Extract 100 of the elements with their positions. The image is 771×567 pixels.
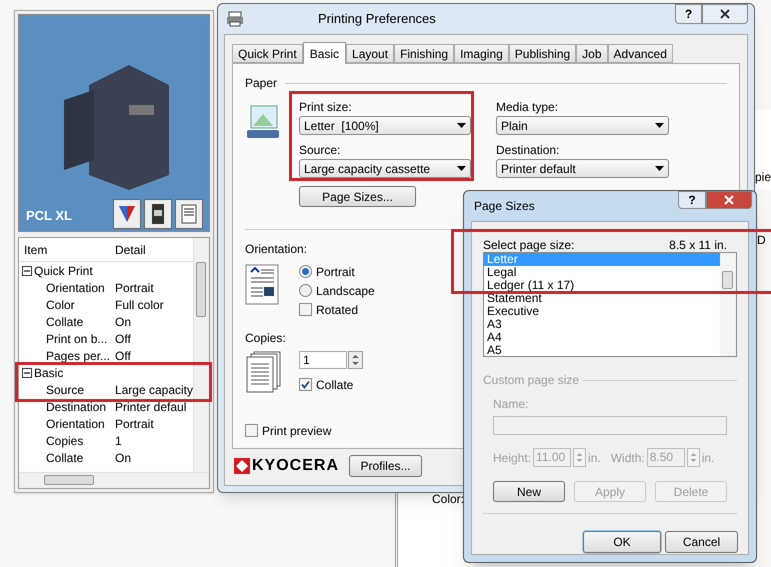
setting-name: Print on b... [45, 330, 108, 348]
tab[interactable]: Advanced [608, 44, 673, 63]
close-icon [720, 9, 730, 19]
input-field[interactable] [493, 416, 727, 435]
page-size-list[interactable]: Letter Legal Ledger (11 x 17) Statement Executive A3 A4 A5 [483, 252, 737, 357]
column-header[interactable]: Item [19, 240, 110, 258]
tab[interactable]: Job [576, 44, 608, 63]
spinner-icon [573, 448, 586, 467]
list-item[interactable]: Executive [484, 305, 720, 318]
collapse-icon[interactable] [22, 266, 32, 276]
button[interactable]: Profiles... [349, 454, 422, 476]
option-label: Landscape [316, 282, 375, 300]
document-icon [245, 264, 281, 306]
dropdown[interactable]: Letter [100%] [299, 116, 471, 135]
background-text: pie [755, 169, 771, 186]
vertical-scrollbar[interactable] [720, 253, 736, 356]
field-label: Width: [610, 450, 645, 466]
setting-value: On [114, 314, 132, 330]
list-item[interactable]: A4 [484, 331, 720, 344]
number-field[interactable]: 1 [299, 351, 347, 369]
radio-button[interactable] [299, 265, 312, 278]
pages-icon [245, 351, 281, 393]
option-label: Rotated [316, 302, 358, 318]
setting-value: Full color [114, 296, 164, 314]
column-header[interactable]: Detail [110, 240, 146, 258]
dropdown[interactable]: Plain [496, 116, 669, 135]
caret-icon [457, 166, 466, 171]
setting-value: On [114, 450, 132, 466]
background-text: D [757, 232, 766, 249]
window-title: Page Sizes [474, 198, 535, 215]
section-title: Orientation: [245, 241, 308, 258]
help-button[interactable]: ? [678, 191, 706, 209]
device-button[interactable] [144, 199, 172, 229]
field-label: Select page size: [483, 237, 574, 252]
section-title: Paper [245, 75, 278, 92]
field-label: Destination: [496, 142, 560, 159]
document-button[interactable] [175, 199, 203, 229]
list-item[interactable]: Statement [484, 292, 720, 305]
setting-name: Collate [45, 450, 84, 466]
checkbox[interactable] [245, 424, 258, 437]
option-label: Portrait [316, 264, 355, 280]
setting-name: Color [45, 296, 76, 314]
caret-icon [655, 123, 664, 128]
brand-logo: KYOCERA [234, 458, 340, 474]
unit-label: in. [588, 450, 601, 466]
help-button[interactable]: ? [675, 4, 702, 24]
setting-value: Off [114, 330, 131, 348]
button[interactable]: Cancel [665, 531, 738, 553]
tab[interactable]: Layout [346, 44, 394, 63]
list-item[interactable]: A5 [484, 344, 720, 356]
printer-icon [226, 11, 244, 27]
scrollbar-thumb[interactable] [196, 262, 206, 317]
vertical-scrollbar[interactable] [193, 238, 209, 472]
field-label: Height: [493, 450, 532, 466]
button[interactable]: New [493, 481, 565, 502]
radio-button[interactable] [299, 284, 312, 297]
section-title: Copies: [245, 330, 286, 347]
setting-value: 1 [114, 432, 122, 450]
setting-name: Pages per... [45, 348, 110, 364]
setting-name: Copies [45, 432, 84, 450]
close-button[interactable] [706, 191, 752, 209]
field-label: Name: [493, 396, 530, 413]
list-item[interactable]: Legal [484, 266, 720, 279]
horizontal-scrollbar[interactable] [19, 472, 209, 488]
checkbox[interactable] [299, 378, 312, 391]
tab[interactable]: Basic [302, 42, 346, 64]
checkbox[interactable] [299, 303, 312, 316]
color-button[interactable] [113, 199, 141, 229]
spinner-icon [686, 448, 700, 467]
setting-name: Destination [45, 398, 108, 416]
dropdown[interactable]: Large capacity cassette [299, 159, 471, 178]
close-icon [724, 195, 734, 205]
setting-name: Orientation [45, 280, 106, 296]
unit-label: in. [702, 450, 714, 466]
caret-icon [457, 123, 466, 128]
option-label: Print preview [262, 422, 332, 440]
button[interactable]: OK [583, 531, 661, 553]
window-title: Printing Preferences [318, 10, 436, 28]
setting-name: Orientation [45, 416, 106, 432]
group-label[interactable]: Basic [34, 364, 64, 382]
logo-icon [234, 458, 250, 474]
dropdown[interactable]: Printer default [496, 159, 669, 178]
scrollbar-thumb[interactable] [44, 475, 94, 485]
size-readout: 8.5 x 11 in. [669, 237, 727, 252]
scrollbar-thumb[interactable] [722, 271, 733, 289]
close-button[interactable] [702, 4, 748, 24]
group-label[interactable]: Quick Print [34, 262, 93, 280]
tab[interactable]: Finishing [394, 44, 454, 63]
option-label: Collate [316, 376, 354, 394]
button[interactable]: Page Sizes... [299, 186, 416, 207]
field-label: Media type: [496, 99, 560, 116]
section-title: Custom page size [483, 372, 580, 389]
field-label: Source: [299, 142, 342, 159]
collapse-icon[interactable] [22, 368, 32, 378]
tab[interactable]: Quick Print [232, 44, 303, 63]
tab[interactable]: Imaging [454, 44, 509, 63]
setting-value: Off [114, 348, 131, 364]
tab[interactable]: Publishing [508, 44, 576, 63]
list-item[interactable]: A3 [484, 318, 720, 331]
setting-value: Portrait [114, 280, 154, 296]
